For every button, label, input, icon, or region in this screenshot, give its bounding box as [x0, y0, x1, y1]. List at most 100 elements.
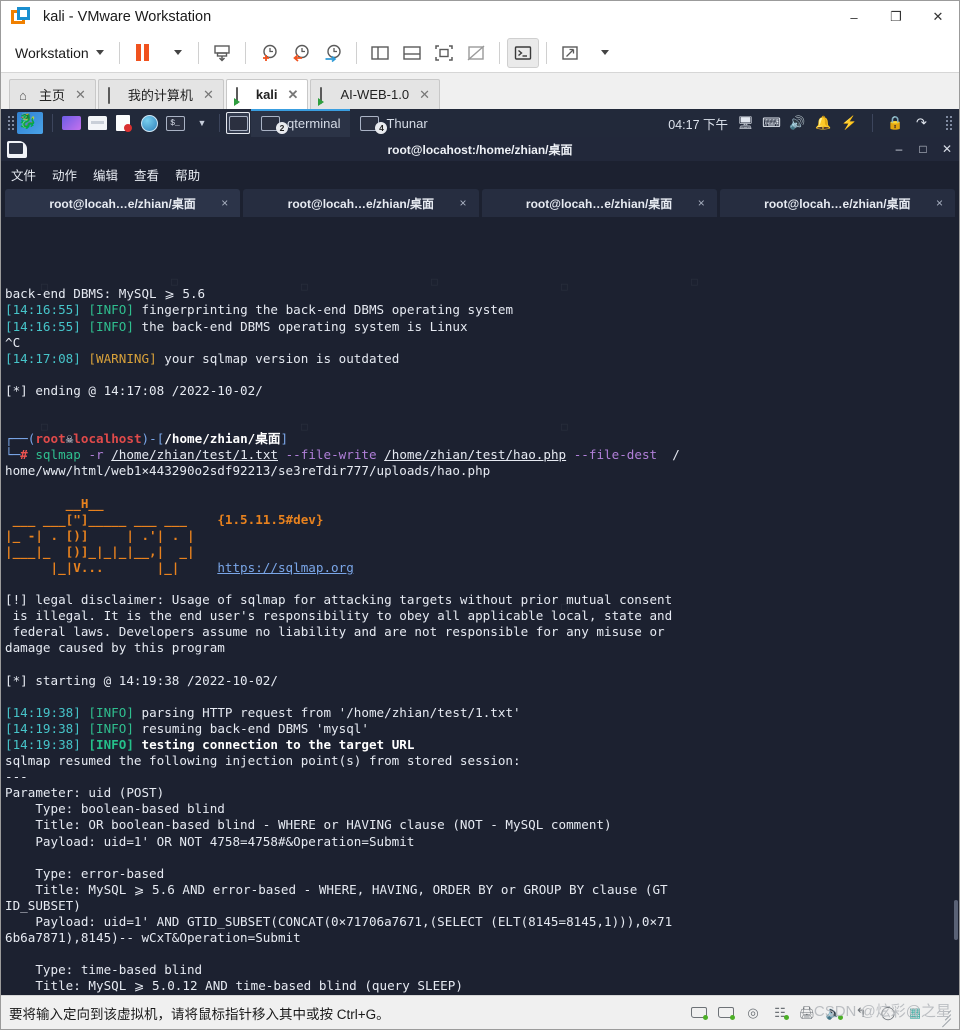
sound-card-icon[interactable]: 🔈 — [825, 1005, 843, 1020]
qterminal-titlebar: root@locahost:/home/zhian/桌面 – □ ✕ — [1, 137, 959, 161]
cd-drive-icon[interactable]: ◎ — [744, 1005, 762, 1020]
toolbar-divider — [119, 42, 120, 64]
close-icon[interactable]: ✕ — [75, 87, 86, 103]
term-line: Payload: uid=1' AND GTID_SUBSET(CONCAT(0… — [5, 914, 672, 929]
usb-icon[interactable]: ↰ — [852, 1005, 870, 1020]
close-icon[interactable]: × — [936, 196, 943, 210]
notification-bell-icon[interactable]: 🔔 — [815, 115, 832, 131]
term-line: is illegal. It is the end user's respons… — [5, 608, 672, 623]
terminal-tab-label: root@locah…e/zhian/桌面 — [526, 195, 672, 212]
term-line: Type: error-based — [5, 866, 164, 881]
taskbar-item-label: qterminal — [287, 116, 340, 131]
close-button[interactable]: ✕ — [935, 137, 959, 161]
term-line: back-end DBMS: MySQL ⩾ 5.6 — [5, 286, 205, 301]
terminal-active-icon[interactable] — [226, 112, 250, 134]
close-button[interactable]: ✕ — [917, 1, 959, 33]
sqlmap-url-link[interactable]: https://sqlmap.org — [217, 560, 353, 575]
hard-disk-2-icon[interactable] — [717, 1005, 735, 1020]
grip-icon[interactable] — [942, 116, 952, 130]
pause-button[interactable] — [127, 38, 159, 68]
workstation-menu-button[interactable]: Workstation — [7, 41, 112, 65]
term-line: [14:19:38] [INFO] resuming back-end DBMS… — [5, 721, 369, 736]
close-icon[interactable]: ✕ — [203, 87, 214, 103]
close-icon[interactable]: × — [459, 196, 466, 210]
minimize-button[interactable]: – — [887, 137, 911, 161]
menu-file[interactable]: 文件 — [11, 165, 36, 184]
kali-menu-icon[interactable] — [17, 112, 43, 134]
printer-icon[interactable]: 🖨 — [798, 1005, 816, 1020]
vm-icon — [320, 87, 322, 104]
terminal-tab[interactable]: root@locah…e/zhian/桌面 × — [243, 189, 478, 217]
clock[interactable]: 04:17 下午 — [668, 114, 728, 133]
qterminal-menubar: 文件 动作 编辑 查看 帮助 — [1, 161, 959, 187]
fullscreen-button[interactable] — [428, 38, 460, 68]
panel-divider — [52, 114, 53, 132]
grip-icon[interactable] — [4, 116, 14, 130]
snapshot-manager-button[interactable] — [317, 38, 349, 68]
web-browser-icon[interactable] — [137, 112, 161, 134]
minimize-button[interactable]: – — [833, 1, 875, 33]
display-icon[interactable] — [59, 112, 83, 134]
maximize-button[interactable]: □ — [911, 137, 935, 161]
system-tray: 04:17 下午 🖥 ⌨ 🔊 🔔 ⚡ 🔒 ↷ — [668, 114, 959, 133]
keyboard-tray-icon[interactable]: ⌨ — [763, 115, 780, 131]
terminal-dropdown-icon[interactable]: ▼ — [189, 112, 213, 134]
vm-tab-home[interactable]: ⌂ 主页 ✕ — [9, 79, 96, 109]
close-icon[interactable]: ✕ — [288, 87, 299, 103]
display-device-icon[interactable]: ▦ — [906, 1005, 924, 1020]
menu-edit[interactable]: 编辑 — [93, 165, 118, 184]
menu-help[interactable]: 帮助 — [175, 165, 200, 184]
resize-grip[interactable] — [937, 1006, 951, 1020]
revert-snapshot-button[interactable] — [285, 38, 317, 68]
display-tray-icon[interactable]: 🖥 — [737, 115, 754, 131]
menu-view[interactable]: 查看 — [134, 165, 159, 184]
taskbar-item-qterminal[interactable]: 2 qterminal — [251, 109, 350, 137]
show-bottom-pane-button[interactable] — [396, 38, 428, 68]
volume-tray-icon[interactable]: 🔊 — [789, 115, 806, 131]
vm-tab-ai-web[interactable]: AI-WEB-1.0 ✕ — [310, 79, 440, 109]
file-manager-icon[interactable] — [85, 112, 109, 134]
logout-icon[interactable]: ↷ — [913, 115, 930, 131]
guest-screen[interactable]: $_ ▼ 2 qterminal 4 Thunar 04:17 下午 🖥 ⌨ 🔊… — [1, 109, 959, 995]
close-icon[interactable]: ✕ — [419, 87, 430, 103]
close-icon[interactable]: × — [221, 196, 228, 210]
hard-disk-icon[interactable] — [690, 1005, 708, 1020]
stretch-dropdown-button[interactable] — [586, 38, 618, 68]
terminal-tab[interactable]: root@locah…e/zhian/桌面 × — [482, 189, 717, 217]
term-line: [14:17:08] [WARNING] your sqlmap version… — [5, 351, 399, 366]
snapshot-manager-icon — [322, 42, 344, 64]
lock-icon[interactable]: 🔒 — [887, 115, 904, 131]
menu-actions[interactable]: 动作 — [52, 165, 77, 184]
vm-tab-kali[interactable]: kali ✕ — [226, 79, 309, 109]
term-line: [*] ending @ 14:17:08 /2022-10-02/ — [5, 383, 263, 398]
stretch-button[interactable] — [554, 38, 586, 68]
network-adapter-icon[interactable]: ☷ — [771, 1005, 789, 1020]
maximize-button[interactable]: ❐ — [875, 1, 917, 33]
console-view-button[interactable] — [507, 38, 539, 68]
vm-icon — [236, 87, 238, 104]
terminal-icon[interactable]: $_ — [163, 112, 187, 134]
text-editor-icon[interactable] — [111, 112, 135, 134]
pause-dropdown-button[interactable] — [159, 38, 191, 68]
monitor-icon — [108, 87, 110, 104]
term-line: [14:19:38] [INFO] testing connection to … — [5, 737, 414, 752]
task-badge: 2 — [276, 122, 288, 134]
suspend-button[interactable] — [206, 38, 238, 68]
qterminal-tabbar: root@locah…e/zhian/桌面 × root@locah…e/zhi… — [1, 187, 959, 219]
taskbar-item-label: Thunar — [386, 116, 427, 131]
qterminal-window-controls: – □ ✕ — [887, 137, 959, 161]
take-snapshot-button[interactable] — [253, 38, 285, 68]
unity-mode-button[interactable] — [460, 38, 492, 68]
terminal-output-area[interactable]: 🐉 □ □ □ □ □ □ □ □ □ □ □ □ back-end DBMS:… — [1, 219, 959, 995]
terminal-tab[interactable]: root@locah…e/zhian/桌面 × — [5, 189, 240, 217]
taskbar-item-thunar[interactable]: 4 Thunar — [350, 109, 437, 137]
terminal-tab[interactable]: root@locah…e/zhian/桌面 × — [720, 189, 955, 217]
close-icon[interactable]: × — [698, 196, 705, 210]
device-status-icons: ◎ ☷ 🖨 🔈 ↰ ◯ ▦ — [690, 1005, 951, 1020]
panel-divider — [872, 114, 873, 132]
show-left-pane-button[interactable] — [364, 38, 396, 68]
power-tray-icon[interactable]: ⚡ — [841, 115, 858, 131]
camera-icon[interactable]: ◯ — [879, 1005, 897, 1020]
term-line: 6b6a7871),8145)-- wCxT&Operation=Submit — [5, 930, 301, 945]
vm-tab-my-computer[interactable]: 我的计算机 ✕ — [98, 79, 224, 109]
